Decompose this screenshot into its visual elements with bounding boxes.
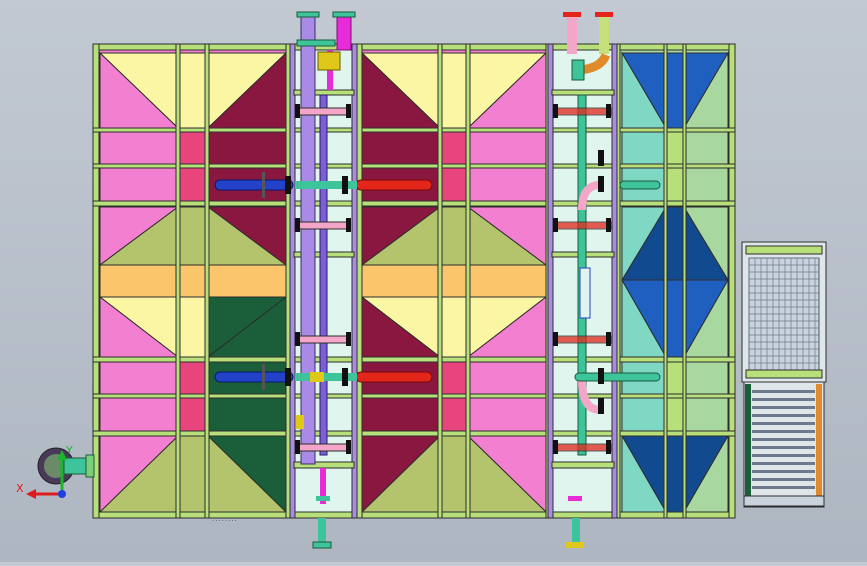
- ladder-rung: [752, 462, 815, 465]
- axis-triad: X Y: [16, 444, 73, 499]
- ladder-rung: [752, 390, 815, 393]
- ladder-rung: [752, 486, 815, 489]
- ladder-rung: [752, 414, 815, 417]
- right-bay-panels: [617, 46, 733, 518]
- ladder-rung: [752, 438, 815, 441]
- left-bay-panels: [95, 46, 291, 518]
- cooling-tower-model[interactable]: [0, 0, 867, 562]
- x-axis-arrowhead: [26, 489, 36, 499]
- ladder-rung: [752, 430, 815, 433]
- ladder-rung: [752, 470, 815, 473]
- ladder-rung: [752, 454, 815, 457]
- x-axis-label: X: [16, 482, 24, 495]
- ladder-rung: [752, 398, 815, 401]
- ladder-rung: [752, 422, 815, 425]
- z-axis-dot: [58, 490, 66, 498]
- cad-viewport[interactable]: X Y ........: [0, 0, 867, 562]
- y-axis-label: Y: [65, 444, 73, 457]
- side-cabinet[interactable]: [741, 241, 827, 508]
- scale-marker: ........: [212, 515, 238, 523]
- ladder-rung: [752, 446, 815, 449]
- ladder-rung: [752, 478, 815, 481]
- center-bay-panels: [357, 46, 549, 518]
- ladder-rung: [752, 406, 815, 409]
